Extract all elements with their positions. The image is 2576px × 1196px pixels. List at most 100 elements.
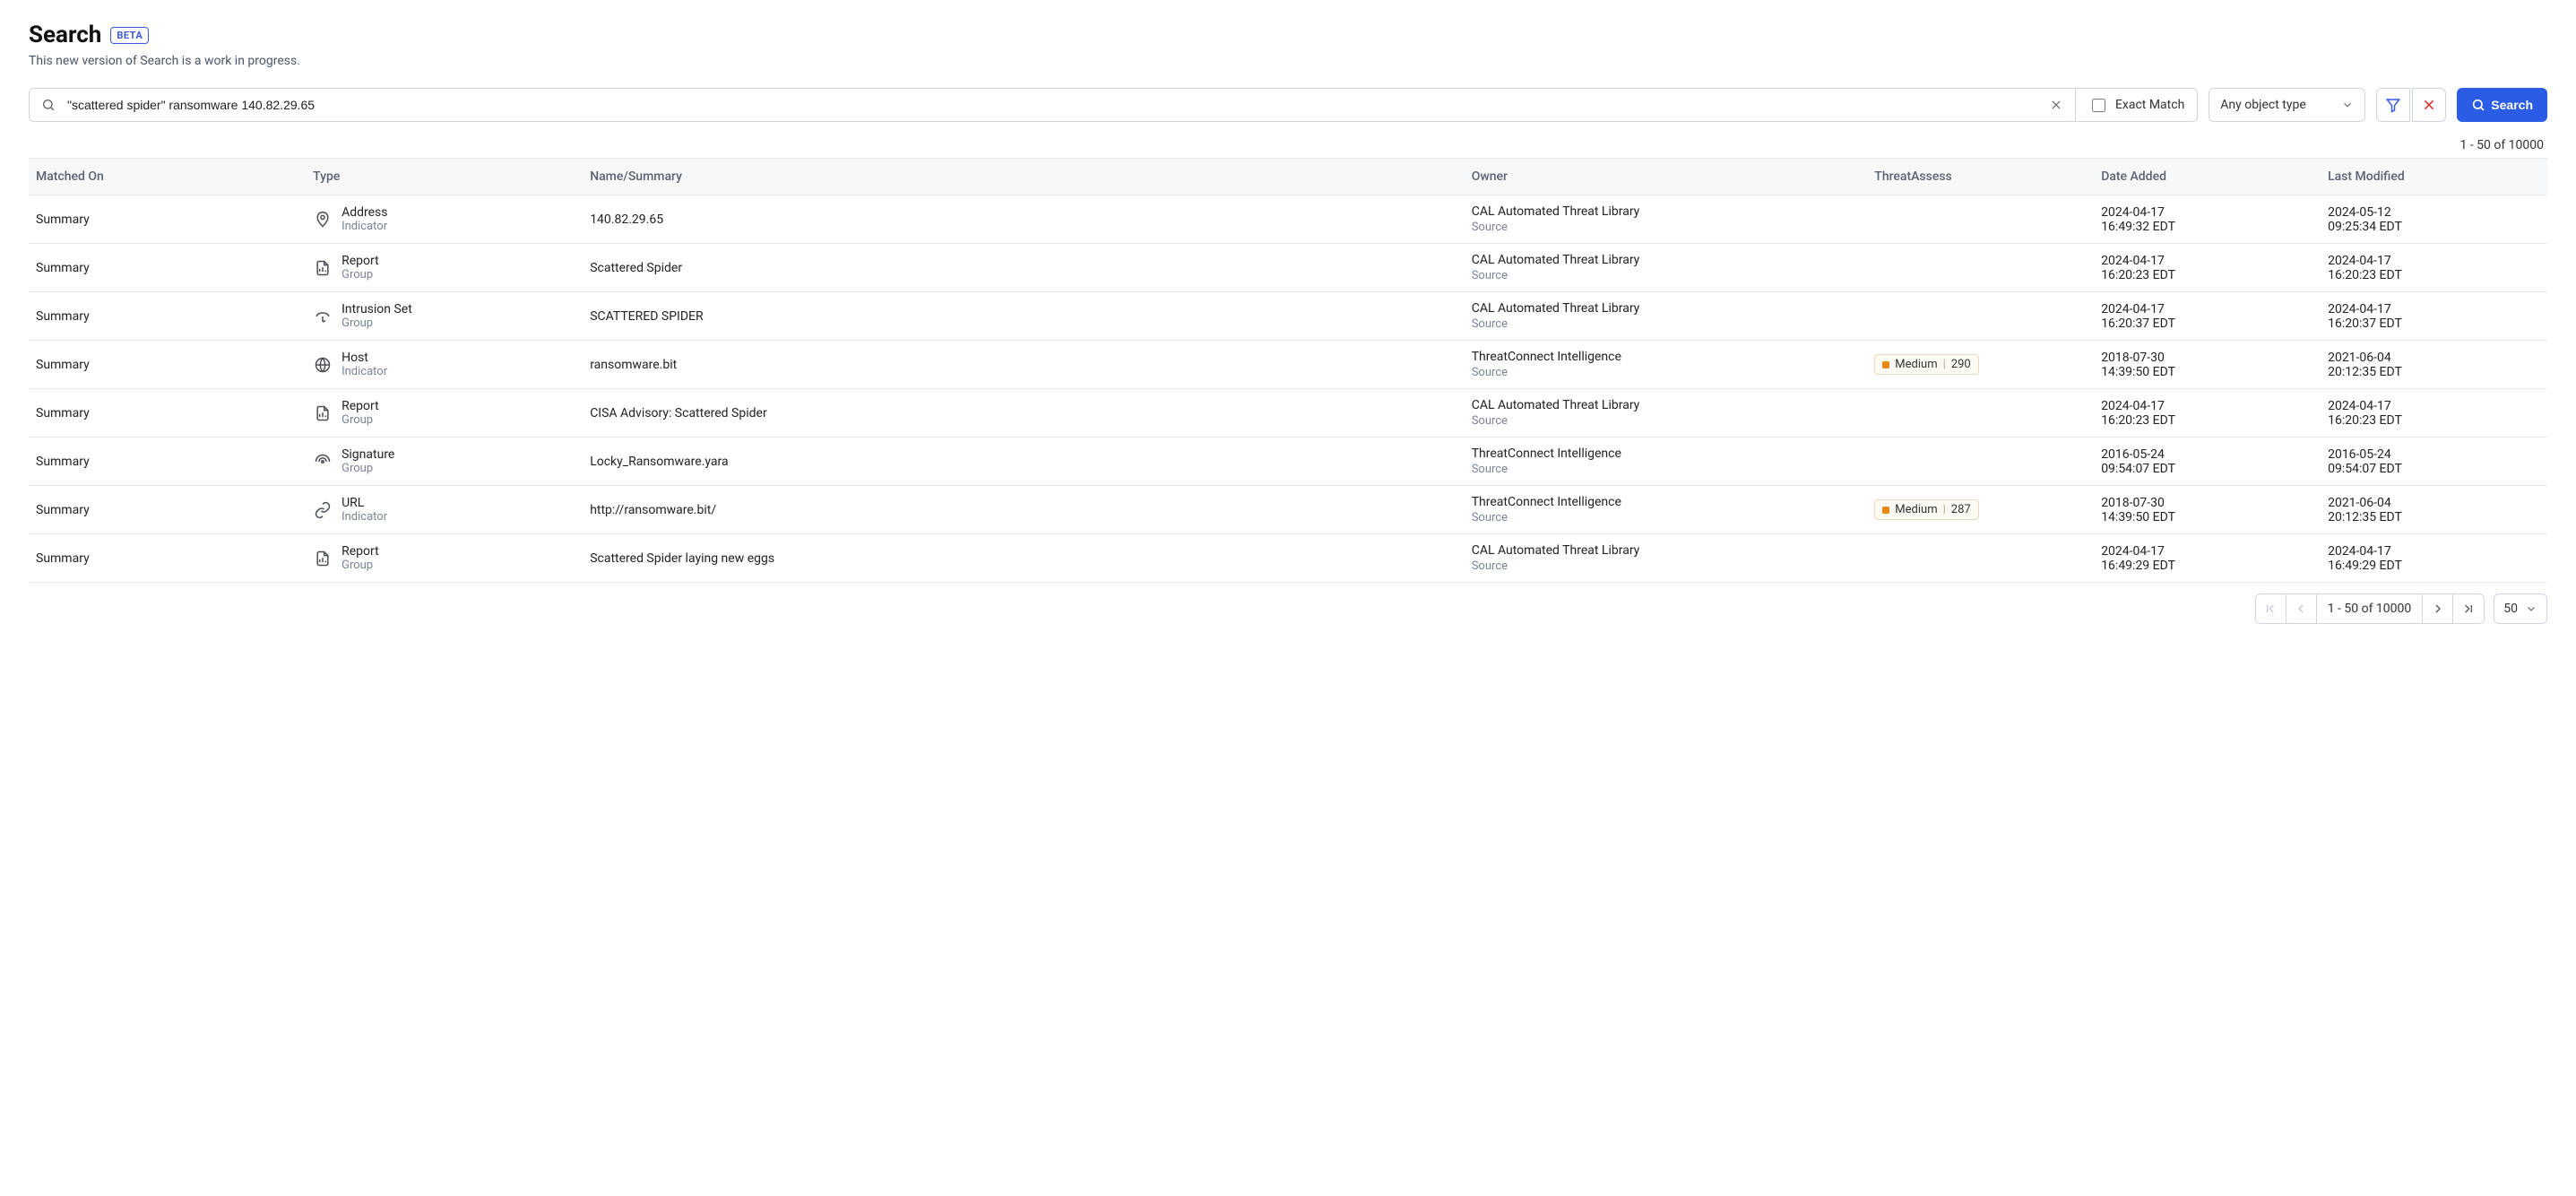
- url-icon: [313, 500, 333, 520]
- pager-next[interactable]: [2423, 594, 2453, 624]
- report-icon: [313, 403, 333, 423]
- added-date: 2024-04-17: [2101, 399, 2313, 413]
- pager-last[interactable]: [2453, 594, 2484, 624]
- type-name: Report: [341, 254, 379, 268]
- added-time: 16:49:32 EDT: [2101, 220, 2313, 234]
- added-date: 2024-04-17: [2101, 205, 2313, 220]
- owner-kind: Source: [1472, 269, 1861, 282]
- table-row[interactable]: Summary Report Group Scattered Spider la…: [29, 534, 2547, 583]
- added-date: 2024-04-17: [2101, 254, 2313, 268]
- page-subtitle: This new version of Search is a work in …: [29, 54, 2547, 68]
- pager: 1 - 50 of 10000: [2255, 594, 2485, 624]
- page-title: Search: [29, 22, 101, 48]
- type-name: Signature: [341, 447, 394, 462]
- type-category: Indicator: [341, 365, 387, 378]
- added-date: 2018-07-30: [2101, 351, 2313, 365]
- col-owner[interactable]: Owner: [1465, 159, 1868, 195]
- chevron-last-icon: [2461, 602, 2476, 616]
- exact-match-checkbox[interactable]: [2092, 99, 2105, 112]
- results-table: Matched On Type Name/Summary Owner Threa…: [29, 158, 2547, 583]
- col-name[interactable]: Name/Summary: [583, 159, 1465, 195]
- type-category: Group: [341, 413, 379, 427]
- table-row[interactable]: Summary Report Group CISA Advisory: Scat…: [29, 389, 2547, 438]
- col-matched[interactable]: Matched On: [29, 159, 306, 195]
- chevron-right-icon: [2431, 602, 2445, 616]
- owner-kind: Source: [1472, 317, 1861, 331]
- owner-kind: Source: [1472, 463, 1861, 476]
- pager-prev[interactable]: [2286, 594, 2317, 624]
- type-name: Intrusion Set: [341, 302, 412, 316]
- address-icon: [313, 210, 333, 230]
- type-name: Report: [341, 544, 379, 559]
- table-row[interactable]: Summary Signature Group Locky_Ransomware…: [29, 438, 2547, 486]
- added-time: 16:20:23 EDT: [2101, 413, 2313, 428]
- col-modified[interactable]: Last Modified: [2321, 159, 2547, 195]
- clear-search-button[interactable]: [2046, 95, 2066, 115]
- host-icon: [313, 355, 333, 375]
- clear-filters-button[interactable]: [2412, 88, 2446, 122]
- added-time: 14:39:50 EDT: [2101, 510, 2313, 524]
- type-name: Report: [341, 399, 379, 413]
- chevron-down-icon: [2341, 99, 2354, 111]
- col-type[interactable]: Type: [306, 159, 583, 195]
- cell-name: Scattered Spider: [583, 244, 1465, 292]
- cell-matched: Summary: [29, 195, 306, 244]
- pager-first[interactable]: [2256, 594, 2286, 624]
- type-name: Address: [341, 205, 387, 220]
- type-category: Group: [341, 462, 394, 475]
- owner-name: CAL Automated Threat Library: [1472, 204, 1861, 219]
- threat-level-icon: [1882, 361, 1889, 368]
- cell-name: Scattered Spider laying new eggs: [583, 534, 1465, 583]
- cell-name: Locky_Ransomware.yara: [583, 438, 1465, 486]
- owner-kind: Source: [1472, 414, 1861, 428]
- modified-time: 16:49:29 EDT: [2328, 559, 2540, 573]
- search-button[interactable]: Search: [2457, 88, 2547, 122]
- owner-name: ThreatConnect Intelligence: [1472, 446, 1861, 461]
- page-size-select[interactable]: 50: [2494, 594, 2547, 624]
- modified-time: 20:12:35 EDT: [2328, 365, 2540, 379]
- exact-match-toggle[interactable]: Exact Match: [2075, 89, 2197, 121]
- cell-matched: Summary: [29, 534, 306, 583]
- owner-name: CAL Automated Threat Library: [1472, 253, 1861, 267]
- cell-threat: [1867, 389, 2094, 438]
- modified-time: 20:12:35 EDT: [2328, 510, 2540, 524]
- threat-score: 287: [1951, 503, 1971, 516]
- filter-icon: [2385, 97, 2401, 113]
- table-row[interactable]: Summary URL Indicator http://ransomware.…: [29, 486, 2547, 534]
- table-row[interactable]: Summary Address Indicator 140.82.29.65 C…: [29, 195, 2547, 244]
- added-time: 14:39:50 EDT: [2101, 365, 2313, 379]
- cell-name: ransomware.bit: [583, 341, 1465, 389]
- close-icon: [2050, 99, 2062, 111]
- owner-name: ThreatConnect Intelligence: [1472, 495, 1861, 509]
- owner-name: ThreatConnect Intelligence: [1472, 350, 1861, 364]
- type-name: URL: [341, 496, 387, 510]
- col-added[interactable]: Date Added: [2094, 159, 2321, 195]
- added-date: 2016-05-24: [2101, 447, 2313, 462]
- cell-name: 140.82.29.65: [583, 195, 1465, 244]
- threat-badge: Medium | 287: [1874, 499, 1978, 520]
- modified-date: 2024-04-17: [2328, 254, 2540, 268]
- table-row[interactable]: Summary Intrusion Set Group SCATTERED SP…: [29, 292, 2547, 341]
- report-icon: [313, 258, 333, 278]
- modified-date: 2021-06-04: [2328, 351, 2540, 365]
- type-category: Group: [341, 559, 379, 572]
- cell-matched: Summary: [29, 486, 306, 534]
- threat-level-icon: [1882, 507, 1889, 514]
- object-type-select[interactable]: Any object type: [2209, 88, 2365, 122]
- modified-date: 2016-05-24: [2328, 447, 2540, 462]
- modified-time: 16:20:23 EDT: [2328, 413, 2540, 428]
- modified-time: 16:20:23 EDT: [2328, 268, 2540, 282]
- col-threat[interactable]: ThreatAssess: [1867, 159, 2094, 195]
- owner-kind: Source: [1472, 559, 1861, 573]
- cell-name: http://ransomware.bit/: [583, 486, 1465, 534]
- table-row[interactable]: Summary Host Indicator ransomware.bit Th…: [29, 341, 2547, 389]
- added-time: 16:20:23 EDT: [2101, 268, 2313, 282]
- search-input[interactable]: [65, 97, 2039, 113]
- search-icon: [39, 95, 58, 115]
- search-group: Exact Match: [29, 88, 2198, 122]
- chevron-first-icon: [2263, 602, 2278, 616]
- type-category: Group: [341, 316, 412, 330]
- table-row[interactable]: Summary Report Group Scattered Spider CA…: [29, 244, 2547, 292]
- filter-button[interactable]: [2376, 88, 2410, 122]
- added-date: 2018-07-30: [2101, 496, 2313, 510]
